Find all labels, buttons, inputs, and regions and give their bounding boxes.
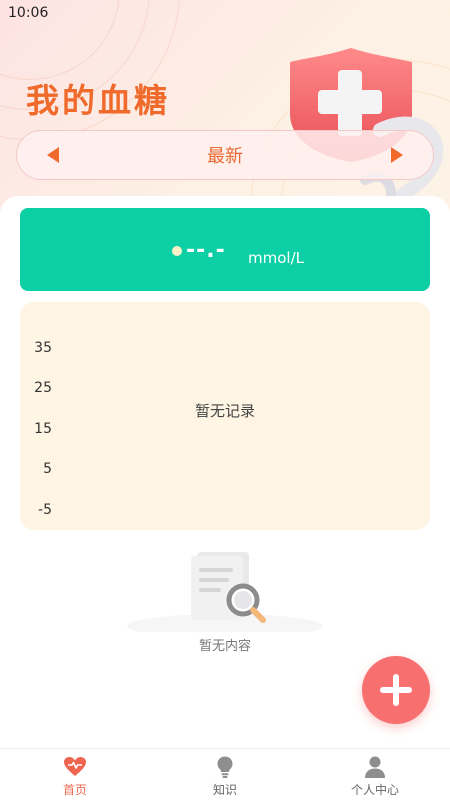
latest-reading-card[interactable]: --.- mmol/L <box>20 208 430 291</box>
person-icon <box>365 756 385 778</box>
y-tick-label: -5 <box>38 502 52 518</box>
status-time: 10:06 <box>8 5 49 21</box>
document-search-icon <box>127 552 323 632</box>
glucose-chart: 35 25 15 5 -5 暂无记录 <box>20 302 430 530</box>
heart-icon <box>64 757 86 776</box>
caret-left-icon[interactable] <box>45 146 61 164</box>
page-title: 我的血糖 <box>26 81 170 120</box>
empty-state: 暂无内容 <box>125 548 325 658</box>
tab-label: 首页 <box>62 783 87 797</box>
reading-dot-indicator <box>172 246 182 256</box>
bottom-tab-bar: 首页 知识 个人中心 <box>0 748 450 800</box>
empty-state-text: 暂无内容 <box>198 639 251 654</box>
tab-label: 个人中心 <box>350 783 399 797</box>
reading-value: --.- <box>186 238 226 263</box>
y-tick-label: 15 <box>34 421 52 437</box>
y-tick-label: 5 <box>43 461 52 477</box>
tab-knowledge[interactable]: 知识 <box>150 749 300 800</box>
reading-unit: mmol/L <box>248 249 304 267</box>
status-bar: 10:06 <box>0 0 450 26</box>
add-record-button[interactable] <box>362 656 430 724</box>
tab-profile[interactable]: 个人中心 <box>300 749 450 800</box>
lightbulb-icon <box>217 756 233 778</box>
y-tick-label: 35 <box>34 340 52 356</box>
chart-empty-text: 暂无记录 <box>194 402 255 420</box>
date-selector: 最新 <box>16 130 434 180</box>
tab-label: 知识 <box>212 783 237 797</box>
caret-right-icon[interactable] <box>389 146 405 164</box>
date-selector-label: 最新 <box>207 146 243 167</box>
y-tick-label: 25 <box>34 380 52 396</box>
tab-home[interactable]: 首页 <box>0 749 150 800</box>
plus-icon <box>380 674 412 706</box>
